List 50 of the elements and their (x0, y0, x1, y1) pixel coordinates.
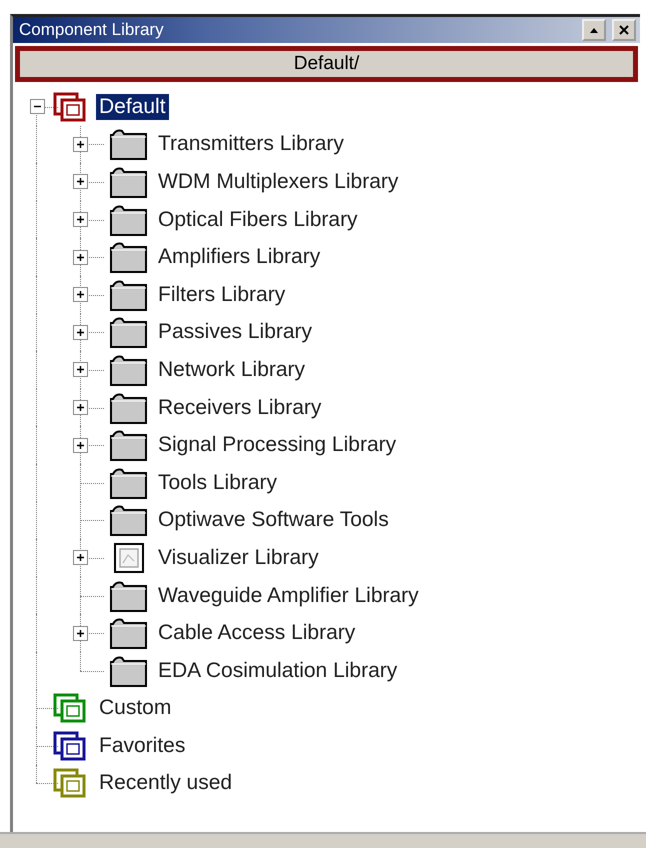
folder-icon (108, 164, 150, 199)
tree-item[interactable]: Receivers Library (158, 396, 322, 420)
tree-item[interactable]: Visualizer Library (158, 546, 319, 570)
expand-toggle[interactable] (73, 550, 88, 566)
tree-item[interactable]: Tools Library (158, 470, 278, 495)
close-button[interactable] (612, 19, 636, 41)
tree-item[interactable]: Network Library (158, 358, 306, 382)
path-button[interactable]: Default/ (15, 46, 638, 82)
folder-icon (108, 654, 150, 688)
expand-toggle[interactable] (73, 438, 88, 453)
folder-icon (108, 202, 150, 237)
expand-toggle[interactable] (73, 400, 88, 416)
expand-toggle[interactable] (73, 287, 88, 302)
expand-toggle[interactable] (73, 626, 88, 641)
folder-icon (108, 240, 150, 274)
collapse-button[interactable] (582, 19, 606, 41)
expand-toggle[interactable] (73, 362, 88, 378)
tree-item[interactable]: WDM Multiplexers Library (158, 170, 398, 194)
folder-icon (108, 390, 150, 425)
folder-icon (108, 352, 150, 387)
tree-item[interactable]: Optiwave Software Tools (158, 508, 389, 532)
tree-item[interactable]: Amplifiers Library (158, 245, 320, 270)
expand-toggle[interactable] (73, 136, 88, 152)
folder-icon (108, 278, 150, 312)
tree-item[interactable]: Recently used (96, 770, 236, 796)
folder-icon (108, 315, 150, 350)
folder-icon (108, 466, 150, 500)
folder-icon (108, 127, 150, 162)
tree-item[interactable]: Signal Processing Library (158, 433, 396, 458)
tree-item[interactable]: Passives Library (158, 320, 312, 344)
tree-item[interactable]: Custom (96, 695, 174, 722)
expand-toggle[interactable] (73, 212, 88, 228)
tree-item[interactable]: Default (96, 94, 169, 120)
collapse-toggle[interactable] (30, 99, 44, 114)
tree-item[interactable]: Filters Library (158, 282, 286, 307)
expand-toggle[interactable] (73, 324, 88, 340)
folder-icon (108, 503, 150, 538)
folder-icon (108, 616, 150, 650)
expand-toggle[interactable] (73, 250, 88, 265)
expand-toggle[interactable] (73, 174, 88, 190)
tree-item[interactable]: Favorites (96, 732, 188, 759)
tree-item[interactable]: Waveguide Amplifier Library (158, 584, 419, 608)
tree-item[interactable]: Optical Fibers Library (158, 208, 358, 232)
window-title: Component Library (19, 20, 164, 40)
close-icon (618, 25, 630, 35)
tree-item[interactable]: Transmitters Library (158, 132, 344, 156)
tree-item[interactable]: EDA Cosimulation Library (158, 658, 398, 683)
tree-item[interactable]: Cable Access Library (158, 621, 356, 646)
folder-icon (108, 428, 150, 462)
folder-icon (108, 578, 150, 613)
